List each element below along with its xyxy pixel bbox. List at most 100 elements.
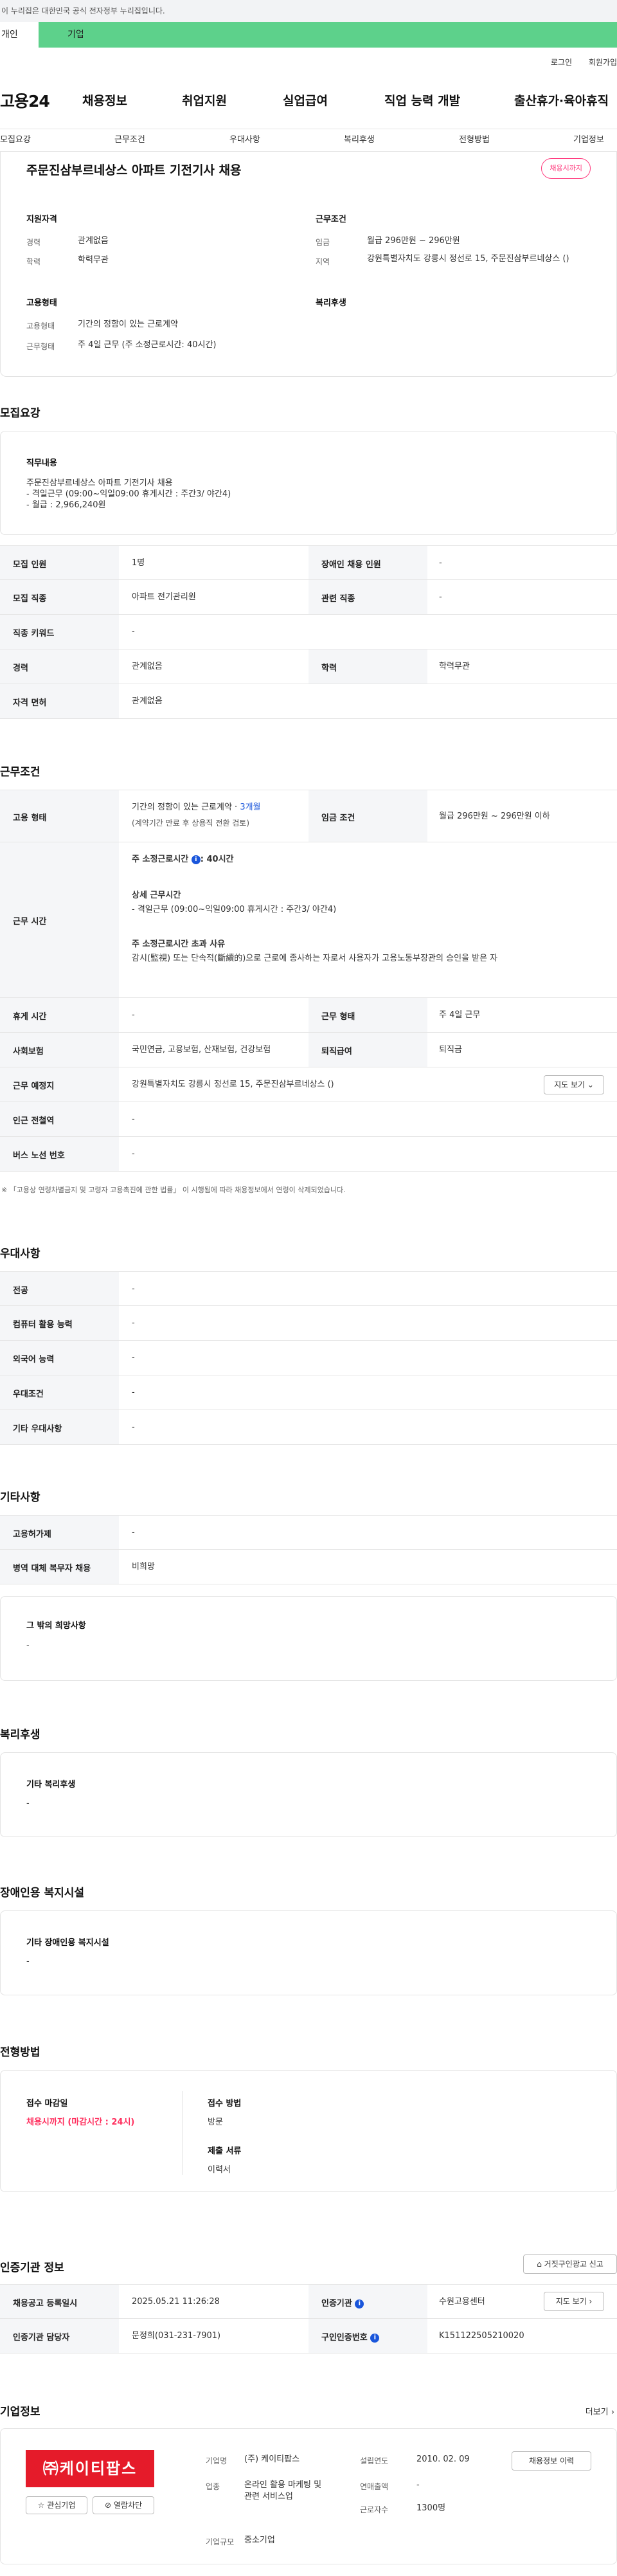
subnav-company[interactable]: 기업정보 <box>573 129 604 151</box>
row-value: - <box>439 592 442 602</box>
row-value: - <box>439 558 442 568</box>
founded-label: 설립연도 <box>360 2456 389 2465</box>
size-label: 기업규모 <box>206 2537 235 2546</box>
duty-card: 직무내용 주문진삼부르네상스 아파트 기전기사 채용 - 격일근무 (09:00… <box>0 431 617 535</box>
signup-link[interactable]: 회원가입 <box>589 58 617 67</box>
subnav-welfare[interactable]: 복리후생 <box>344 129 375 151</box>
tab-personal[interactable]: 개인 <box>0 22 39 48</box>
row-value: 월급 296만원 ~ 296만원 이하 <box>439 812 550 821</box>
tab-business[interactable]: 기업 <box>39 22 617 48</box>
wage-label: 임금 <box>316 238 330 247</box>
row-value: K151122505210020 <box>439 2331 524 2341</box>
weekly-hours: 주 소정근로시간 i: 40시간 <box>132 855 234 864</box>
emp-type-value: 기간의 정함이 있는 근로계약 · 3개월 <box>132 803 261 812</box>
map-button[interactable]: 지도 보기 ⌄ <box>544 1075 604 1094</box>
report-fake-ad-button[interactable]: ⌂ 거짓구인광고 신고 <box>523 2254 617 2274</box>
favorite-company-button[interactable]: ☆ 관심기업 <box>26 2496 87 2514</box>
login-link[interactable]: 로그인 <box>551 58 572 67</box>
subnav-preference[interactable]: 우대사항 <box>229 129 260 151</box>
wage-value: 월급 296만원 ~ 296만원 <box>367 236 460 246</box>
selection-card: 접수 마감일 채용시까지 (마감시간 : 24시) 접수 방법 방문 제출 서류… <box>0 2070 617 2192</box>
deadline-badge: 채용시까지 <box>541 158 591 179</box>
table-row: 컴퓨터 활용 능력 - <box>0 1306 617 1341</box>
row-label: 고용 형태 <box>13 813 47 823</box>
row-label: 버스 노선 번호 <box>13 1151 65 1161</box>
row-label: 병역 대체 복무자 채용 <box>13 1564 91 1574</box>
gnb-employment-support[interactable]: 취업지원 <box>182 91 227 109</box>
sales-label: 연매출액 <box>360 2482 389 2491</box>
education-label: 학력 <box>26 257 41 266</box>
subnav-selection[interactable]: 전형방법 <box>459 129 490 151</box>
info-icon[interactable]: i <box>355 2299 364 2308</box>
selection-heading: 전형방법 <box>0 2046 40 2059</box>
agency-map-button[interactable]: 지도 보기 › <box>544 2292 604 2311</box>
duty-title: 직무내용 <box>26 458 57 468</box>
subnav-recruit[interactable]: 모집요강 <box>0 129 31 151</box>
region-label: 지역 <box>316 257 330 266</box>
welfare-value: - <box>26 1799 30 1808</box>
table-row: 인근 전철역 - <box>0 1102 617 1137</box>
table-row: 경력 관계없음 학력 학력무관 <box>0 649 617 684</box>
chevron-right-icon: › <box>611 2408 614 2417</box>
row-value: 주 4일 근무 <box>439 1010 481 1020</box>
row-label: 근무 형태 <box>321 1012 355 1022</box>
founded-value: 2010. 02. 09 <box>416 2454 470 2464</box>
gnb-job-info[interactable]: 채용정보 <box>82 91 127 109</box>
block-view-button[interactable]: ⊘ 열람차단 <box>93 2496 154 2514</box>
welfare-title: 기타 복리후생 <box>26 1780 76 1790</box>
gnb-unemployment-benefit[interactable]: 실업급여 <box>283 91 328 109</box>
disability-title: 기타 장애인용 복지시설 <box>26 1938 109 1948</box>
row-label: 전공 <box>13 1286 28 1296</box>
table-row: 고용허가제 - <box>0 1515 617 1550</box>
subnav-conditions[interactable]: 근무조건 <box>114 129 145 151</box>
site-logo[interactable]: 고용24 <box>0 89 50 112</box>
row-label: 우대조건 <box>13 1390 44 1399</box>
employees-value: 1300명 <box>416 2503 446 2513</box>
disability-card: 기타 장애인용 복지시설 - <box>0 1910 617 1995</box>
row-label: 휴게 시간 <box>13 1012 47 1022</box>
detail-hours-value: - 격일근무 (09:00~익일09:00 휴게시간 : 주간3/ 야간4) <box>132 905 337 914</box>
row-value: - <box>132 1010 135 1020</box>
row-value: 퇴직금 <box>439 1045 462 1055</box>
report-icon: ⌂ <box>537 2260 542 2269</box>
row-label: 사회보험 <box>13 1047 44 1057</box>
row-value: 관계없음 <box>132 662 163 671</box>
row-value: 국민연금, 고용보험, 산재보험, 건강보험 <box>132 1045 271 1055</box>
table-row: 외국어 능력 - <box>0 1341 617 1375</box>
emp-type-note: (계약기간 만료 후 상용직 전환 검토) <box>132 819 249 828</box>
company-jobs-history-button[interactable]: 채용정보 이력 <box>512 2451 591 2471</box>
top-links: 로그인 회원가입 <box>537 57 617 68</box>
wish-title: 그 밖의 희망사항 <box>26 1621 86 1631</box>
work-place-value: 강원특별자치도 강릉시 정선로 15, 주문진삼부르네상스 () <box>132 1080 334 1089</box>
row-label: 고용허가제 <box>13 1530 51 1539</box>
table-row: 전공 - <box>0 1271 617 1306</box>
row-label: 직종 키워드 <box>13 629 55 639</box>
row-label: 인증기관 담당자 <box>13 2333 70 2343</box>
row-label: 학력 <box>321 664 337 673</box>
duty-line-3: - 월급 : 2,966,240원 <box>26 500 106 510</box>
education-value: 학력무관 <box>78 255 109 265</box>
row-label: 장애인 채용 인원 <box>321 560 381 570</box>
certification-heading: 인증기관 정보 <box>0 2262 64 2274</box>
row-label: 구인인증번호 i <box>321 2330 380 2343</box>
gnb-skills-development[interactable]: 직업 능력 개발 <box>384 91 460 109</box>
company-name-value: (주) 케이티팝스 <box>244 2454 300 2464</box>
sales-value: - <box>416 2480 420 2490</box>
table-row: 기타 우대사항 - <box>0 1410 617 1445</box>
qualification-heading: 지원자격 <box>26 215 57 224</box>
info-icon[interactable]: i <box>370 2333 380 2343</box>
table-row: 모집 인원 1명 장애인 채용 인원 - <box>0 545 617 580</box>
gnb-parental-leave[interactable]: 출산휴가·육아휴직 <box>514 91 609 109</box>
row-value: - <box>132 1353 135 1363</box>
table-row: 모집 직종 아파트 전기관리원 관련 직종 - <box>0 580 617 615</box>
row-value: - <box>132 1284 135 1294</box>
company-more-link[interactable]: 더보기 › <box>586 2405 614 2417</box>
row-value: 수원고용센터 <box>439 2297 485 2307</box>
table-row: 근무 예정지 강원특별자치도 강릉시 정선로 15, 주문진삼부르네상스 () … <box>0 1067 617 1102</box>
job-summary-card: 주문진삼부르네상스 아파트 기전기사 채용 채용시까지 지원자격 경력 관계없음… <box>0 152 617 377</box>
table-row: 고용 형태 기간의 정함이 있는 근로계약 · 3개월 (계약기간 만료 후 상… <box>0 790 617 842</box>
company-heading: 기업정보 <box>0 2406 40 2418</box>
chevron-down-icon: ⌄ <box>587 1080 594 1089</box>
gov-banner: 이 누리집은 대한민국 공식 전자정부 누리집입니다. <box>0 0 617 22</box>
info-icon[interactable]: i <box>191 855 201 864</box>
